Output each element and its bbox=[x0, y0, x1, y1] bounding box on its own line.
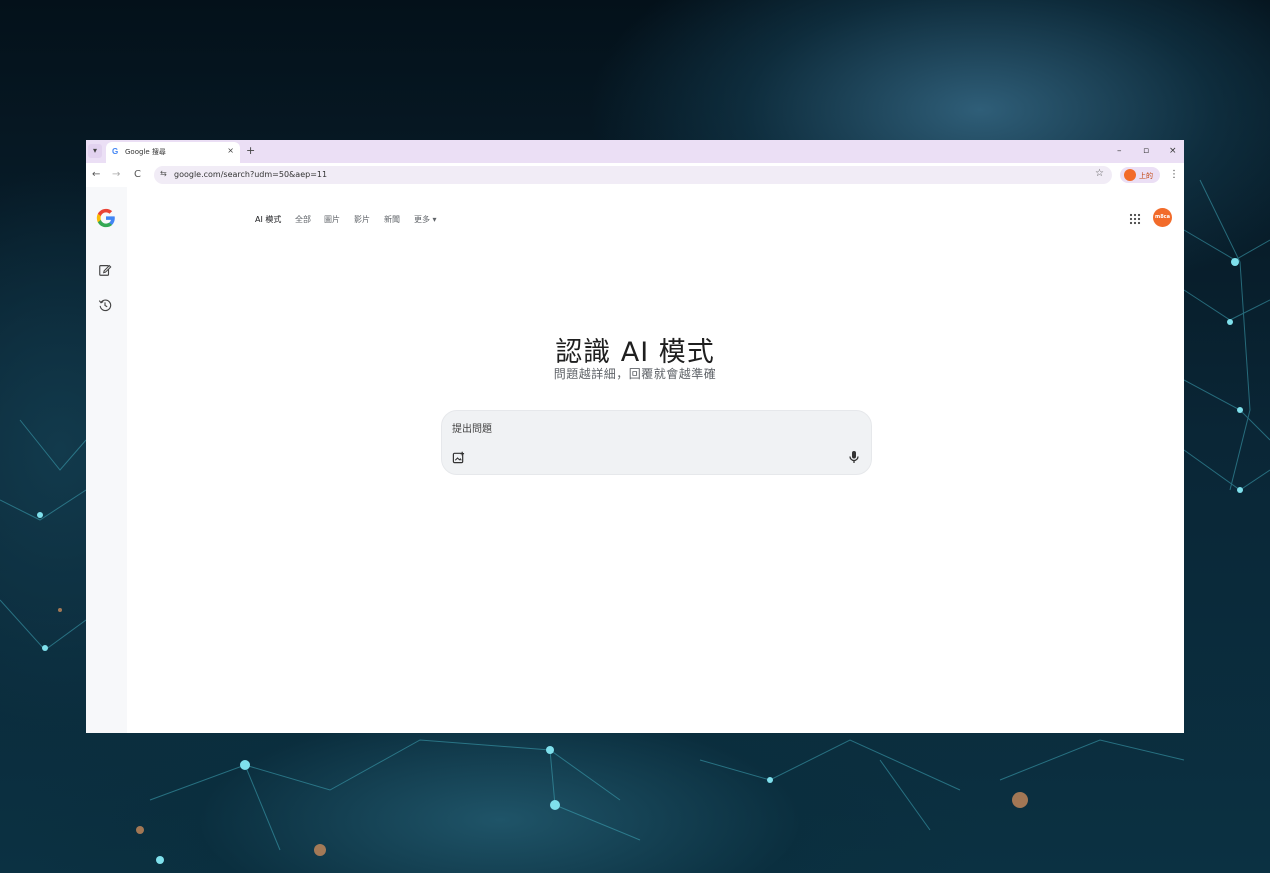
tab-news[interactable]: 新聞 bbox=[384, 214, 400, 225]
forward-button[interactable]: → bbox=[112, 168, 120, 182]
restore-button[interactable]: ▫ bbox=[1143, 144, 1149, 158]
tab-more[interactable]: 更多 ▾ bbox=[414, 214, 437, 225]
new-tab-button[interactable]: + bbox=[246, 144, 255, 158]
page-title: 認識 AI 模式 bbox=[555, 337, 715, 368]
edit-icon[interactable] bbox=[98, 263, 112, 277]
page-content: AI 模式 全部 圖片 影片 新聞 更多 ▾ m8ca 認識 AI 模式 問題越… bbox=[86, 187, 1184, 733]
profile-label: 上的 bbox=[1139, 172, 1153, 180]
reload-button[interactable]: C bbox=[134, 168, 141, 182]
side-rail bbox=[86, 187, 127, 733]
tab-images[interactable]: 圖片 bbox=[324, 214, 340, 225]
tab-ai-mode[interactable]: AI 模式 bbox=[255, 214, 281, 225]
browser-menu-icon[interactable]: ⋮ bbox=[1169, 168, 1179, 182]
account-avatar[interactable]: m8ca bbox=[1153, 208, 1172, 227]
page-subtitle: 問題越詳細，回覆就會越準確 bbox=[553, 367, 717, 381]
tab-search-button[interactable]: ▾ bbox=[88, 144, 102, 158]
site-info-icon[interactable]: ⇆ bbox=[160, 169, 167, 178]
tab-close-icon[interactable]: × bbox=[227, 146, 234, 155]
browser-window: ▾ G Google 搜尋 × + – ▫ × ← → C ⇆ google.c… bbox=[86, 140, 1184, 733]
profile-button[interactable]: 上的 bbox=[1120, 167, 1160, 183]
mic-icon[interactable] bbox=[848, 450, 860, 464]
tab-all[interactable]: 全部 bbox=[295, 214, 311, 225]
google-favicon-icon: G bbox=[112, 147, 119, 156]
apps-grid-icon[interactable] bbox=[1129, 213, 1141, 225]
ai-search-box bbox=[441, 410, 872, 475]
google-g-logo[interactable] bbox=[95, 207, 117, 229]
url-text[interactable]: google.com/search?udm=50&aep=11 bbox=[174, 170, 327, 179]
address-bar[interactable]: ⇆ google.com/search?udm=50&aep=11 ☆ bbox=[154, 166, 1112, 184]
ask-question-input[interactable] bbox=[452, 421, 832, 437]
close-window-button[interactable]: × bbox=[1169, 144, 1177, 158]
image-upload-icon[interactable] bbox=[452, 451, 465, 464]
tab-google-search[interactable]: G Google 搜尋 × bbox=[106, 142, 240, 163]
back-button[interactable]: ← bbox=[92, 168, 100, 182]
history-icon[interactable] bbox=[98, 298, 112, 312]
minimize-button[interactable]: – bbox=[1117, 144, 1122, 158]
bookmark-star-icon[interactable]: ☆ bbox=[1095, 168, 1104, 179]
tab-title: Google 搜尋 bbox=[125, 148, 166, 156]
profile-avatar-icon bbox=[1124, 169, 1136, 181]
tab-videos[interactable]: 影片 bbox=[354, 214, 370, 225]
avatar-text: m8ca bbox=[1154, 214, 1171, 220]
tab-bar: ▾ G Google 搜尋 × + – ▫ × bbox=[86, 140, 1184, 163]
browser-toolbar: ← → C ⇆ google.com/search?udm=50&aep=11 … bbox=[86, 163, 1184, 187]
